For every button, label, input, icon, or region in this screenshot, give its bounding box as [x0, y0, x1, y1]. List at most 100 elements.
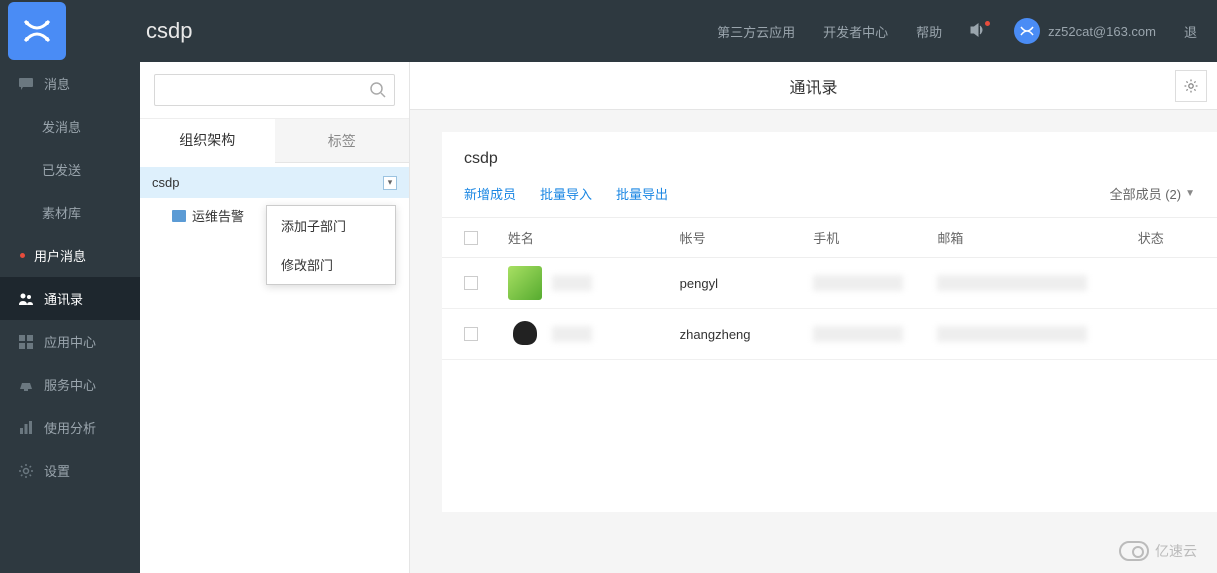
nav-send-message[interactable]: 发消息 — [0, 105, 140, 148]
avatar — [508, 266, 542, 300]
dept-context-menu: 添加子部门 修改部门 — [266, 205, 396, 285]
nav-analytics[interactable]: 使用分析 — [0, 406, 140, 449]
link-cloud-apps[interactable]: 第三方云应用 — [717, 22, 795, 41]
action-row: 新增成员 批量导入 批量导出 全部成员 (2) ▼ — [442, 176, 1217, 217]
row-checkbox[interactable] — [464, 276, 478, 290]
red-dot-icon — [20, 253, 25, 258]
cloud-icon — [1119, 541, 1149, 561]
nav-service-center[interactable]: 服务中心 — [0, 363, 140, 406]
nav-label: 消息 — [44, 74, 70, 93]
nav-label: 发消息 — [42, 117, 81, 136]
folder-icon — [172, 210, 186, 222]
action-add-member[interactable]: 新增成员 — [464, 184, 516, 203]
nav-settings[interactable]: 设置 — [0, 449, 140, 492]
link-dev-center[interactable]: 开发者中心 — [823, 22, 888, 41]
watermark: 亿速云 — [1119, 541, 1197, 561]
content-card: csdp 新增成员 批量导入 批量导出 全部成员 (2) ▼ 姓名 帐号 手机 … — [442, 132, 1217, 512]
cell-account: pengyl — [680, 276, 814, 291]
user-email: zz52cat@163.com — [1048, 24, 1156, 39]
redacted-phone — [813, 275, 903, 291]
col-phone: 手机 — [813, 228, 937, 247]
user-avatar-icon — [1014, 18, 1040, 44]
nav-user-messages[interactable]: 用户消息 — [0, 234, 140, 277]
redacted-email — [937, 275, 1087, 291]
col-account: 帐号 — [680, 228, 814, 247]
menu-add-child-dept[interactable]: 添加子部门 — [267, 206, 395, 245]
nav-label: 使用分析 — [44, 418, 96, 437]
row-checkbox[interactable] — [464, 327, 478, 341]
page-title: 通讯录 — [789, 74, 837, 98]
redacted-email — [937, 326, 1087, 342]
search-row — [140, 62, 409, 119]
nav-materials[interactable]: 素材库 — [0, 191, 140, 234]
menu-label: 添加子部门 — [281, 219, 346, 234]
search-input[interactable] — [154, 74, 395, 106]
nav-label: 素材库 — [42, 203, 81, 222]
redacted-name — [552, 275, 592, 291]
grid-icon — [18, 334, 34, 350]
select-all-checkbox[interactable] — [464, 231, 478, 245]
menu-label: 修改部门 — [281, 258, 333, 273]
user-chip[interactable]: zz52cat@163.com — [1014, 18, 1156, 44]
tab-tags[interactable]: 标签 — [275, 119, 410, 162]
top-right-nav: 第三方云应用 开发者中心 帮助 zz52cat@163.com 退 — [717, 18, 1197, 44]
gear-icon — [1183, 78, 1199, 94]
chat-icon — [18, 76, 34, 92]
settings-button[interactable] — [1175, 70, 1207, 102]
left-sidebar: 消息 发消息 已发送 素材库 用户消息 通讯录 应用中心 服务中心 使用分析 设… — [0, 62, 140, 573]
members-table: 姓名 帐号 手机 邮箱 状态 pengyl zhangzheng — [442, 217, 1217, 360]
card-title: csdp — [442, 132, 1217, 176]
tree-child-label: 运维告警 — [192, 206, 244, 225]
nav-label: 通讯录 — [44, 289, 83, 308]
nav-app-center[interactable]: 应用中心 — [0, 320, 140, 363]
gear-icon — [18, 463, 34, 479]
nav-contacts[interactable]: 通讯录 — [0, 277, 140, 320]
avatar — [508, 317, 542, 351]
logo-wrap — [8, 2, 140, 60]
notification-dot-icon — [985, 21, 990, 26]
people-icon — [18, 291, 34, 307]
volume-icon[interactable] — [970, 23, 986, 40]
service-icon — [18, 377, 34, 393]
cell-account: zhangzheng — [680, 327, 814, 342]
member-count[interactable]: 全部成员 (2) ▼ — [1110, 184, 1195, 203]
col-name: 姓名 — [508, 228, 680, 247]
link-help[interactable]: 帮助 — [916, 22, 942, 41]
app-logo-icon — [8, 2, 66, 60]
tree-root-node[interactable]: csdp ▾ — [140, 167, 409, 198]
action-bulk-export[interactable]: 批量导出 — [616, 184, 668, 203]
bars-icon — [18, 420, 34, 436]
redacted-phone — [813, 326, 903, 342]
app-title: csdp — [146, 18, 192, 44]
col-status: 状态 — [1138, 228, 1195, 247]
nav-label: 已发送 — [42, 160, 81, 179]
table-row[interactable]: pengyl — [442, 258, 1217, 309]
action-bulk-import[interactable]: 批量导入 — [540, 184, 592, 203]
tab-org-structure[interactable]: 组织架构 — [140, 119, 275, 163]
tree-root-label: csdp — [152, 175, 179, 190]
org-tabs: 组织架构 标签 — [140, 119, 409, 163]
nav-label: 设置 — [44, 461, 70, 480]
menu-edit-dept[interactable]: 修改部门 — [267, 245, 395, 284]
top-bar: csdp 第三方云应用 开发者中心 帮助 zz52cat@163.com 退 — [0, 0, 1217, 62]
caret-down-icon[interactable]: ▾ — [383, 176, 397, 190]
redacted-name — [552, 326, 592, 342]
chevron-down-icon: ▼ — [1185, 188, 1195, 199]
watermark-text: 亿速云 — [1155, 541, 1197, 561]
nav-label: 应用中心 — [44, 332, 96, 351]
org-panel: 组织架构 标签 csdp ▾ 运维告警 — [140, 62, 410, 573]
tab-label: 标签 — [328, 131, 356, 151]
main-title-bar: 通讯录 — [410, 62, 1217, 110]
search-icon[interactable] — [369, 81, 387, 104]
nav-sent[interactable]: 已发送 — [0, 148, 140, 191]
main-panel: 通讯录 csdp 新增成员 批量导入 批量导出 全部成员 (2) ▼ 姓名 帐号… — [410, 62, 1217, 573]
link-logout[interactable]: 退 — [1184, 22, 1197, 41]
table-row[interactable]: zhangzheng — [442, 309, 1217, 360]
tab-label: 组织架构 — [179, 130, 235, 150]
col-email: 邮箱 — [937, 228, 1137, 247]
nav-label: 用户消息 — [34, 246, 86, 265]
nav-label: 服务中心 — [44, 375, 96, 394]
nav-messages[interactable]: 消息 — [0, 62, 140, 105]
table-header: 姓名 帐号 手机 邮箱 状态 — [442, 217, 1217, 258]
count-label: 全部成员 (2) — [1110, 184, 1182, 203]
